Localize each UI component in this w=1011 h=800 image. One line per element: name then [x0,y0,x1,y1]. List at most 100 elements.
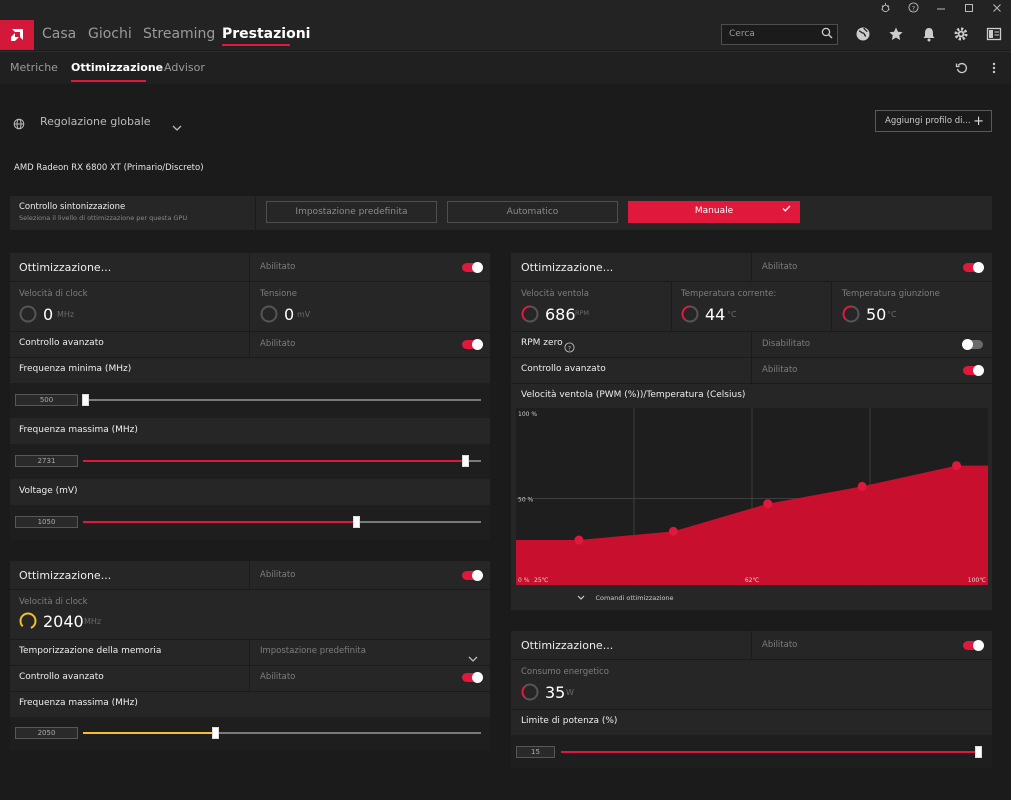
chart-x-tick-label: 62℃ [745,577,760,584]
power-panel-title: Ottimizzazione... [521,639,614,652]
fan-panel-status: Abilitato [762,262,798,272]
close-icon[interactable] [983,2,1011,18]
power-consumption-value: 35 [545,683,566,702]
power-limit-value-field[interactable]: 15 [516,746,555,758]
min-freq-value-field[interactable]: 500 [15,394,78,406]
max-freq-value-field[interactable]: 2731 [15,455,78,467]
power-panel-toggle[interactable] [963,640,984,651]
chart-point [857,481,867,491]
maximize-icon[interactable] [955,2,983,18]
junction-temp-value: 50 [866,305,887,324]
divider [10,665,490,666]
vram-max-freq-value-field[interactable]: 2050 [15,727,78,739]
gpu-voltage-unit: mV [297,310,311,319]
gpu-panel-title: Ottimizzazione... [19,261,112,274]
minimize-icon[interactable] [927,2,955,18]
gpu-clock-label: Velocità di clock [19,289,88,299]
power-limit-slider-fill [561,751,979,753]
current-temp-gauge-icon [681,305,699,323]
chart-y-tick-label: 50 % [518,497,534,504]
bug-icon[interactable] [871,2,899,18]
search-input[interactable]: Cerca [721,24,838,45]
chart-y-tick-label: 100 % [518,411,537,418]
voltage-value-field[interactable]: 1050 [15,516,78,528]
fan-speed-value: 686 [545,305,576,324]
divider [249,561,250,589]
zero-rpm-toggle[interactable] [962,339,983,350]
vram-clock-unit: MHz [84,617,102,626]
vram-max-freq-slider-thumb[interactable] [212,727,219,739]
voltage-slider-fill [83,521,357,523]
gpu-clock-value: 0 [43,305,54,324]
vram-clock-value: 2040 [43,612,84,631]
divider [751,631,752,659]
preset-default-button[interactable]: Impostazione predefinita [266,201,437,223]
help-icon[interactable]: ? [899,2,927,18]
power-limit-slider-thumb[interactable] [975,746,982,758]
bell-icon[interactable] [921,26,939,44]
current-temp-value: 44 [705,305,726,324]
fan-advanced-toggle[interactable] [963,365,984,376]
gear-icon[interactable] [953,26,971,44]
chevron-down-icon[interactable] [172,117,190,135]
memory-timing-dropdown[interactable]: Impostazione predefinita [260,646,366,656]
star-icon[interactable] [888,26,906,44]
fan-advanced-status: Abilitato [762,365,798,375]
amd-logo[interactable] [0,20,34,50]
current-temp-unit: °C [727,310,737,319]
junction-temp-label: Temperatura giunzione [842,289,940,299]
svg-text:?: ? [911,4,914,12]
tuning-commands-button[interactable]: Comandi ottimizzazione [0,594,1011,602]
memory-timing-label: Temporizzazione della memoria [19,646,162,656]
voltage-slider-thumb[interactable] [353,516,360,528]
chart-point [952,461,962,471]
preset-auto-button[interactable]: Automatico [447,201,618,223]
fan-curve-chart[interactable]: 0 % 50 % 100 % 25℃ 62℃ 100℃ [516,408,988,586]
subtab-metriche[interactable]: Metriche [10,61,58,74]
junction-temp-unit: °C [887,310,897,319]
tab-giochi[interactable]: Giochi [88,26,132,42]
chart-x-tick-label: 100℃ [968,577,986,584]
active-subtab-indicator [71,80,146,82]
tab-prestazioni[interactable]: Prestazioni [222,26,310,42]
gpu-panel-status: Abilitato [260,262,296,272]
divider [249,666,250,691]
reset-icon[interactable] [955,60,973,78]
globe-icon[interactable] [855,26,873,44]
subtab-ottimizzazione[interactable]: Ottimizzazione [71,61,163,74]
max-freq-slider-fill [83,460,466,462]
divider [10,281,490,282]
tab-casa[interactable]: Casa [42,26,76,42]
subtab-advisor[interactable]: Advisor [164,61,205,74]
active-tab-indicator [222,44,290,46]
gpu-panel-toggle[interactable] [462,262,483,273]
gpu-voltage-label: Tensione [260,289,297,299]
fan-panel-toggle[interactable] [963,262,984,273]
vram-advanced-toggle[interactable] [462,672,483,683]
min-freq-slider-track[interactable] [83,399,481,401]
tab-streaming[interactable]: Streaming [143,26,215,42]
max-freq-slider-thumb[interactable] [462,455,469,467]
chart-x-tick-label: 25℃ [534,577,549,584]
gpu-voltage-value: 0 [284,305,295,324]
gpu-advanced-toggle[interactable] [462,339,483,350]
add-profile-button[interactable]: Aggiungi profilo di... + [875,110,992,132]
voltage-slider-label: Voltage (mV) [19,486,78,496]
gpu-advanced-status: Abilitato [260,339,296,349]
divider [249,640,250,665]
divider [249,253,250,332]
gpu-name: AMD Radeon RX 6800 XT (Primario/Discreto… [14,163,204,173]
power-panel-status: Abilitato [762,640,798,650]
vram-panel-toggle[interactable] [462,570,483,581]
more-options-icon[interactable] [988,60,1006,78]
vram-advanced-label: Controllo avanzato [19,672,104,682]
fan-speed-label: Velocità ventola [521,289,589,299]
preset-manual-button[interactable]: Manuale [628,201,800,223]
profile-dropdown[interactable]: Regolazione globale [40,115,151,128]
min-freq-slider-thumb[interactable] [82,394,89,406]
info-icon[interactable]: ? [564,338,582,356]
chevron-down-icon[interactable] [468,648,486,666]
search-icon[interactable] [821,27,833,42]
layout-icon[interactable] [986,26,1004,44]
fan-advanced-label: Controllo avanzato [521,364,606,374]
